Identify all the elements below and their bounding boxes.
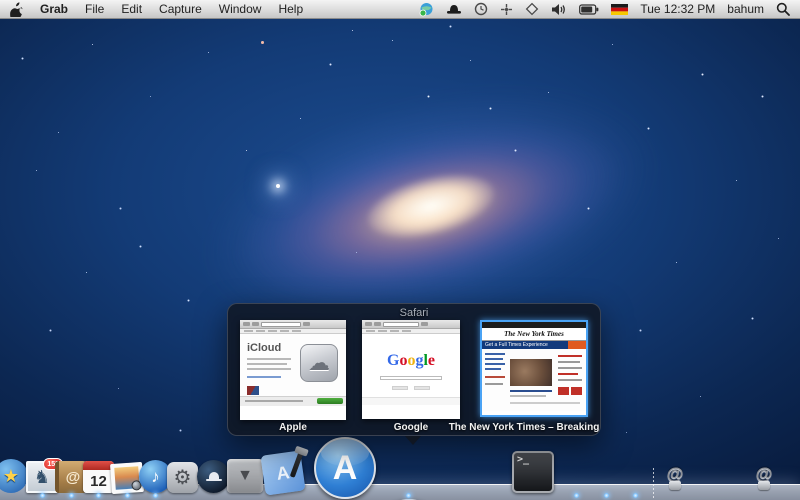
menubar-clock[interactable]: Tue 12:32 PM: [640, 2, 715, 16]
menu-window[interactable]: Window: [219, 2, 262, 16]
menu-capture[interactable]: Capture: [159, 2, 202, 16]
running-indicator: [153, 493, 158, 498]
diamond-icon[interactable]: [525, 2, 539, 16]
google-button: [392, 386, 408, 390]
dock-separator: [653, 468, 654, 498]
google-logo: Google: [386, 352, 435, 369]
nyt-red-module: [558, 387, 569, 395]
calendar-day: 12: [83, 470, 114, 493]
xcode-hammer: [289, 447, 305, 478]
bright-star: [276, 184, 280, 188]
nyt-banner: Get a Full Times Experience: [482, 341, 586, 349]
dock-at-stand-icon[interactable]: @: [662, 463, 688, 493]
window-thumb-nyt[interactable]: The New York Times Get a Full Times Expe…: [480, 320, 588, 417]
clock-icon[interactable]: [474, 2, 488, 16]
expose-panel: Safari iCloud ☁ Google The New York Time…: [227, 303, 601, 436]
running-indicator: [406, 493, 411, 498]
running-indicator: [40, 493, 45, 498]
menu-edit[interactable]: Edit: [121, 2, 142, 16]
dock-mail-icon[interactable]: ♞ 158: [26, 458, 63, 493]
nyt-page-body: [482, 349, 586, 411]
dock-search-utility-icon[interactable]: [197, 460, 230, 493]
running-indicator: [125, 493, 130, 498]
window-thumb-apple[interactable]: iCloud ☁: [240, 320, 346, 420]
bowler-hat: [205, 472, 222, 481]
german-flag-icon[interactable]: [611, 3, 629, 15]
nyt-photo: [510, 359, 552, 386]
running-indicator: [69, 493, 74, 498]
running-indicator: [574, 493, 579, 498]
nyt-masthead: The New York Times: [482, 328, 586, 341]
running-indicator: [604, 493, 609, 498]
black-hat-icon[interactable]: [446, 3, 462, 16]
apple-menu-icon[interactable]: [10, 1, 23, 17]
menu-file[interactable]: File: [85, 2, 104, 16]
icloud-green-button: [317, 398, 343, 404]
window-label-apple: Apple: [279, 422, 307, 433]
dock-system-preferences-icon[interactable]: ⚙: [167, 462, 198, 493]
volume-icon[interactable]: [551, 3, 567, 16]
expose-pointer-arrow: [405, 436, 421, 445]
icloud-heading: iCloud: [247, 342, 282, 354]
window-label-google: Google: [393, 422, 429, 433]
dock-terminal-icon[interactable]: >_: [512, 451, 554, 493]
mini-browser-toolbar: [362, 320, 460, 329]
menu-help[interactable]: Help: [278, 2, 303, 16]
spotlight-icon[interactable]: [776, 2, 790, 16]
dock-at-stand-2-icon[interactable]: @: [751, 463, 777, 493]
window-thumb-google[interactable]: Google: [362, 320, 460, 419]
menubar-user[interactable]: bahum: [727, 2, 764, 16]
sync-globe-icon[interactable]: [419, 2, 434, 17]
nyt-red-module: [571, 387, 582, 395]
dock-xcode-icon[interactable]: A: [260, 447, 306, 496]
stand-base: [758, 480, 770, 490]
google-page: Google: [362, 334, 460, 405]
dock-installer-icon[interactable]: ▼: [227, 459, 263, 493]
google-search-box: [380, 376, 442, 380]
app-menu-grab[interactable]: Grab: [40, 2, 68, 16]
stand-base: [669, 480, 681, 490]
google-button: [414, 386, 430, 390]
icloud-cloud-icon: ☁: [300, 344, 338, 382]
window-label-nyt: The New York Times – Breaking N…: [448, 422, 600, 433]
mini-browser-toolbar: [240, 320, 346, 329]
icloud-page: iCloud ☁: [240, 334, 346, 406]
fan-icon[interactable]: [500, 3, 513, 16]
icloud-thumb-photo: [247, 386, 259, 395]
dock-app-store-icon[interactable]: A: [314, 437, 376, 499]
google-footer: [362, 397, 460, 405]
running-indicator: [633, 493, 638, 498]
expose-app-title: Safari: [399, 307, 429, 319]
running-indicator: [96, 493, 101, 498]
menu-bar: Grab File Edit Capture Window Help Tue 1…: [0, 0, 800, 19]
battery-icon[interactable]: [579, 3, 599, 15]
dock: ★ ♞ 158 @ 12 ♪ ⚙ ▼ A A >_ ✂ @ @: [0, 437, 800, 500]
